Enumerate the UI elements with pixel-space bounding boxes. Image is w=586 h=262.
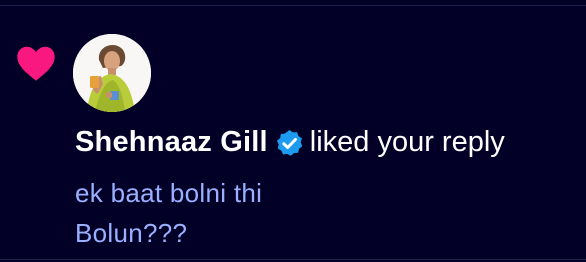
heart-icon	[15, 44, 57, 82]
reply-text-line[interactable]: ek baat bolni thi	[75, 178, 262, 209]
action-text: liked your reply	[309, 125, 505, 158]
verified-badge-icon[interactable]	[274, 128, 305, 159]
user-name[interactable]: Shehnaaz Gill	[75, 126, 268, 159]
bottom-divider	[0, 259, 586, 260]
avatar[interactable]	[73, 34, 151, 112]
like-notification[interactable]: Shehnaaz Gill liked your reply ek baat b…	[0, 6, 586, 259]
notification-headline: Shehnaaz Gill liked your reply	[75, 124, 505, 160]
notifications-page: Shehnaaz Gill liked your reply ek baat b…	[0, 0, 586, 262]
reply-text-line[interactable]: Bolun???	[75, 218, 187, 249]
